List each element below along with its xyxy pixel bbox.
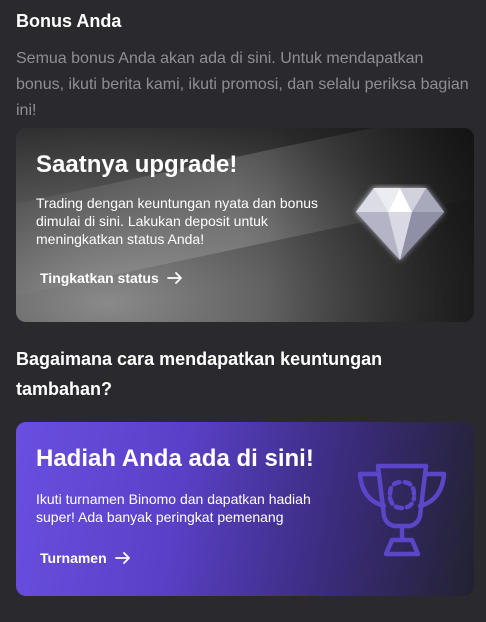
trophy-icon [357, 463, 447, 557]
earn-section-title: Bagaimana cara mendapatkan keuntungan ta… [16, 349, 383, 399]
upgrade-card-title: Saatnya upgrade! [36, 151, 238, 178]
tournament-link[interactable]: Turnamen [40, 550, 131, 566]
tournament-link-label: Turnamen [40, 550, 107, 566]
tournament-card: Hadiah Anda ada di sini! Ikuti turnamen … [16, 422, 474, 596]
arrow-right-icon [166, 272, 182, 284]
upgrade-card: Saatnya upgrade! Trading dengan keuntung… [16, 128, 474, 322]
bonus-section-title: Bonus Anda [16, 11, 122, 31]
upgrade-card-text: Trading dengan keuntungan nyata dan bonu… [36, 195, 319, 247]
upgrade-status-link[interactable]: Tingkatkan status [40, 270, 183, 286]
arrow-right-icon [114, 552, 130, 564]
tournament-card-text: Ikuti turnamen Binomo dan dapatkan hadia… [36, 491, 311, 525]
bonus-page: Bonus Anda Semua bonus Anda akan ada di … [16, 0, 474, 596]
upgrade-status-link-label: Tingkatkan status [40, 270, 159, 286]
bonus-section-description: Semua bonus Anda akan ada di sini. Untuk… [16, 50, 469, 119]
diamond-icon [356, 188, 444, 260]
